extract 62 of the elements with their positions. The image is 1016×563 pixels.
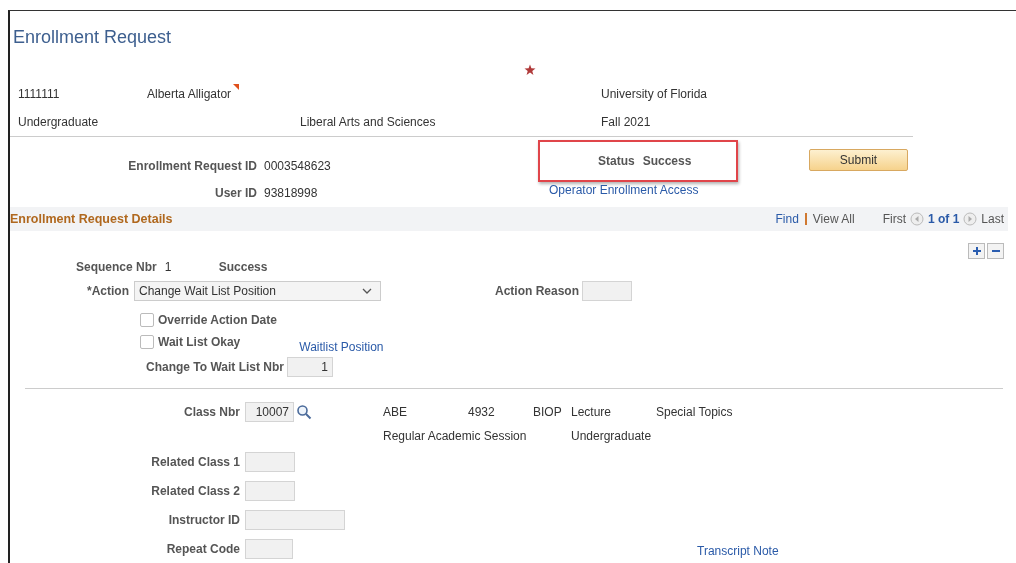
first-link[interactable]: First [882, 212, 906, 226]
last-link[interactable]: Last [981, 212, 1004, 226]
checkbox[interactable] [140, 313, 154, 327]
field-label: Related Class 1 [150, 455, 240, 469]
class-info: Undergraduate [571, 429, 653, 443]
view-all-link[interactable]: View All [812, 212, 855, 226]
sequence-status: Success [218, 260, 268, 274]
waitlist-position-link[interactable]: Waitlist Position [299, 340, 384, 354]
sequence-number: 1 [164, 260, 173, 274]
next-icon[interactable] [963, 212, 978, 226]
wait-list-number-field[interactable]: 1 [287, 357, 333, 377]
class-info: Regular Academic Session [383, 429, 528, 443]
field-label: Repeat Code [165, 542, 240, 556]
career: Undergraduate [18, 115, 100, 129]
text-field[interactable] [245, 510, 345, 530]
checkbox-label: Wait List Okay [158, 335, 241, 349]
star-icon [524, 64, 536, 76]
field-label: Instructor ID [167, 513, 240, 527]
caret-icon [362, 288, 372, 294]
text-field[interactable] [245, 481, 295, 501]
request-id: 0003548623 [264, 158, 331, 173]
submit-button[interactable]: Submit [809, 149, 908, 171]
field-label: Class Nbr [182, 405, 240, 419]
transcript-note-link[interactable]: Transcript Note [697, 544, 779, 558]
page-title: Enrollment Request [12, 26, 173, 49]
field-label: Sequence Nbr [76, 260, 157, 274]
previous-icon[interactable] [909, 212, 924, 226]
plus-icon [971, 246, 982, 256]
class-info: 4932 [468, 405, 496, 419]
corner-mark-icon [233, 84, 240, 90]
class-number-field[interactable]: 10007 [245, 402, 294, 422]
field-label: Status [598, 154, 635, 168]
section-title: Enrollment Request Details [10, 212, 173, 226]
checkbox-label: Override Action Date [158, 313, 277, 327]
action-dropdown[interactable]: Change Wait List Position [134, 281, 381, 301]
class-info: Lecture [571, 405, 613, 419]
field-label: Action Reason [495, 284, 579, 298]
text-field[interactable] [245, 452, 295, 472]
field-label: Related Class 2 [150, 484, 240, 498]
field-label: *Action [87, 284, 129, 298]
term: Fall 2021 [601, 115, 652, 129]
user-id: 93818998 [264, 185, 318, 200]
field-label: Change To Wait List Nbr [146, 360, 284, 374]
field-label: User ID [213, 185, 257, 200]
class-info: Special Topics [656, 405, 733, 419]
status-value: Success [642, 154, 692, 168]
institution: University of Florida [601, 87, 709, 101]
delete-row-button[interactable] [987, 243, 1004, 259]
search-icon[interactable] [296, 404, 312, 420]
add-row-button[interactable] [968, 243, 985, 259]
checkbox[interactable] [140, 335, 154, 349]
class-info: ABE [383, 405, 408, 419]
action-reason-field[interactable] [582, 281, 632, 301]
class-info: BIOP [533, 405, 563, 419]
operator-access-link[interactable]: Operator Enrollment Access [549, 182, 738, 197]
program: Liberal Arts and Sciences [300, 115, 437, 129]
field-label: Enrollment Request ID [127, 158, 257, 173]
find-link[interactable]: Find [775, 212, 799, 226]
student-name: Alberta Alligator [147, 87, 232, 101]
row-count: 1 of 1 [927, 212, 960, 226]
student-id: 1111111 [18, 87, 61, 101]
text-field[interactable] [245, 539, 293, 559]
